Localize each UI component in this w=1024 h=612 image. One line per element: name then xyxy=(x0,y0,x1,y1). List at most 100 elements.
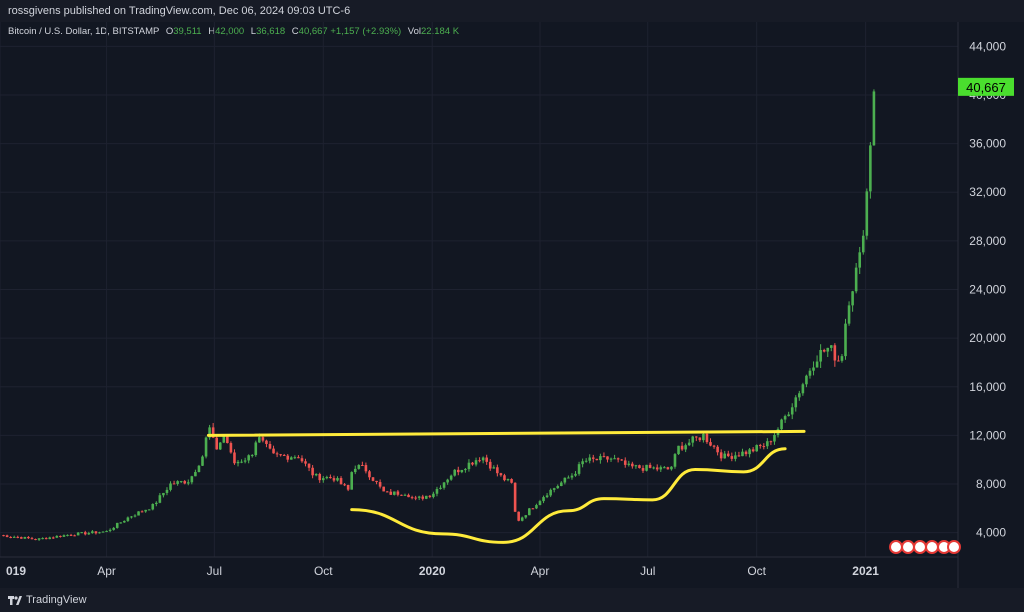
candle-body xyxy=(279,454,282,456)
candle-body xyxy=(236,461,240,464)
candle-body xyxy=(336,478,339,481)
candle-body xyxy=(464,469,467,471)
time-axis[interactable]: 019 Apr Jul Oct 2020 Apr Jul Oct 2021 xyxy=(6,564,879,578)
candle-body xyxy=(428,495,432,497)
candle-body xyxy=(311,467,314,476)
candle-body xyxy=(215,437,219,450)
candle-body xyxy=(485,457,488,462)
candle-body xyxy=(339,478,343,485)
candle-body xyxy=(591,457,595,459)
x-tick-label: Oct xyxy=(314,564,333,578)
candle-body xyxy=(258,437,261,443)
candle-body xyxy=(677,445,680,455)
y-tick-label: 36,000 xyxy=(969,137,1006,151)
candle-body xyxy=(108,529,112,531)
candle-body xyxy=(286,455,290,460)
candle-body xyxy=(822,349,826,352)
candle-body xyxy=(446,479,449,483)
candle-body xyxy=(609,458,613,460)
candle-body xyxy=(162,492,165,496)
candle-body xyxy=(105,530,108,532)
event-flags[interactable] xyxy=(889,540,961,554)
cup-curve xyxy=(350,447,787,544)
publish-text: rossgivens published on TradingView.com,… xyxy=(8,5,351,17)
candle-body xyxy=(648,464,652,468)
candle-body xyxy=(858,252,862,268)
candle-body xyxy=(435,488,439,494)
candle-body xyxy=(297,457,300,459)
candle-body xyxy=(506,479,510,481)
candle-body xyxy=(396,491,400,495)
candle-body xyxy=(549,489,552,496)
candle-body xyxy=(130,516,133,518)
candle-body xyxy=(687,442,691,446)
candle-body xyxy=(524,515,528,518)
candle-body xyxy=(606,456,609,460)
y-tick-label: 8,000 xyxy=(976,477,1006,491)
candle-body xyxy=(126,517,130,521)
price-axis[interactable]: 4,000 8,000 12,000 16,000 20,000 24,000 28,000… xyxy=(969,39,1006,539)
candle-body xyxy=(762,446,766,448)
candle-body xyxy=(449,475,453,480)
candle-body xyxy=(37,538,41,540)
candle-body xyxy=(567,477,570,479)
candle-body xyxy=(766,441,769,447)
candle-body xyxy=(201,456,204,466)
candle-body xyxy=(734,455,737,459)
candle-body xyxy=(783,416,787,420)
candle-body xyxy=(34,539,37,541)
candle-body xyxy=(869,145,872,192)
candle-body xyxy=(133,515,137,517)
candle-body xyxy=(329,476,332,479)
candle-body xyxy=(275,453,279,455)
candle-body xyxy=(179,481,183,483)
candle-body xyxy=(76,532,80,536)
candle-body xyxy=(9,536,12,538)
candle-body xyxy=(304,461,307,464)
candle-body xyxy=(478,460,481,462)
candle-body xyxy=(599,456,602,461)
y-tick-label: 12,000 xyxy=(969,428,1006,442)
candle-body xyxy=(218,442,222,450)
candle-body xyxy=(439,487,442,489)
candle-body xyxy=(780,419,783,430)
y-tick-label: 24,000 xyxy=(969,283,1006,297)
candle-body xyxy=(741,451,744,457)
x-tick-label: Oct xyxy=(747,564,766,578)
candle-body xyxy=(812,367,815,371)
candle-body xyxy=(655,467,659,470)
candle-body xyxy=(425,495,428,499)
candle-body xyxy=(751,449,755,452)
candle-body xyxy=(801,384,805,394)
candle-body xyxy=(151,504,155,510)
candle-body xyxy=(20,537,23,539)
x-tick-label: 019 xyxy=(6,564,26,578)
candle-body xyxy=(535,505,538,509)
candle-body xyxy=(364,465,368,472)
candle-body xyxy=(30,538,34,540)
candle-body xyxy=(421,496,425,499)
candle-body xyxy=(652,467,655,469)
candle-body xyxy=(453,469,457,476)
candle-body xyxy=(474,460,478,465)
price-chart[interactable]: 4,000 8,000 12,000 16,000 20,000 24,000 28,000… xyxy=(0,22,1024,588)
candle-body xyxy=(186,482,190,484)
candle-body xyxy=(872,91,876,146)
candle-body xyxy=(499,473,503,476)
candle-body xyxy=(350,472,354,490)
candle-body xyxy=(613,458,616,460)
candle-body xyxy=(787,414,790,417)
candle-body xyxy=(272,448,275,454)
candle-body xyxy=(12,536,16,538)
footer-brand[interactable]: TradingView xyxy=(26,588,87,612)
candle-body xyxy=(616,458,620,460)
candle-body xyxy=(332,478,336,481)
candle-body xyxy=(663,467,666,469)
candle-body xyxy=(172,483,176,485)
candle-body xyxy=(378,482,382,487)
candle-body xyxy=(222,436,226,443)
candle-body xyxy=(169,483,172,490)
candle-body xyxy=(194,472,197,477)
candle-body xyxy=(66,534,69,536)
candle-body xyxy=(190,476,194,483)
